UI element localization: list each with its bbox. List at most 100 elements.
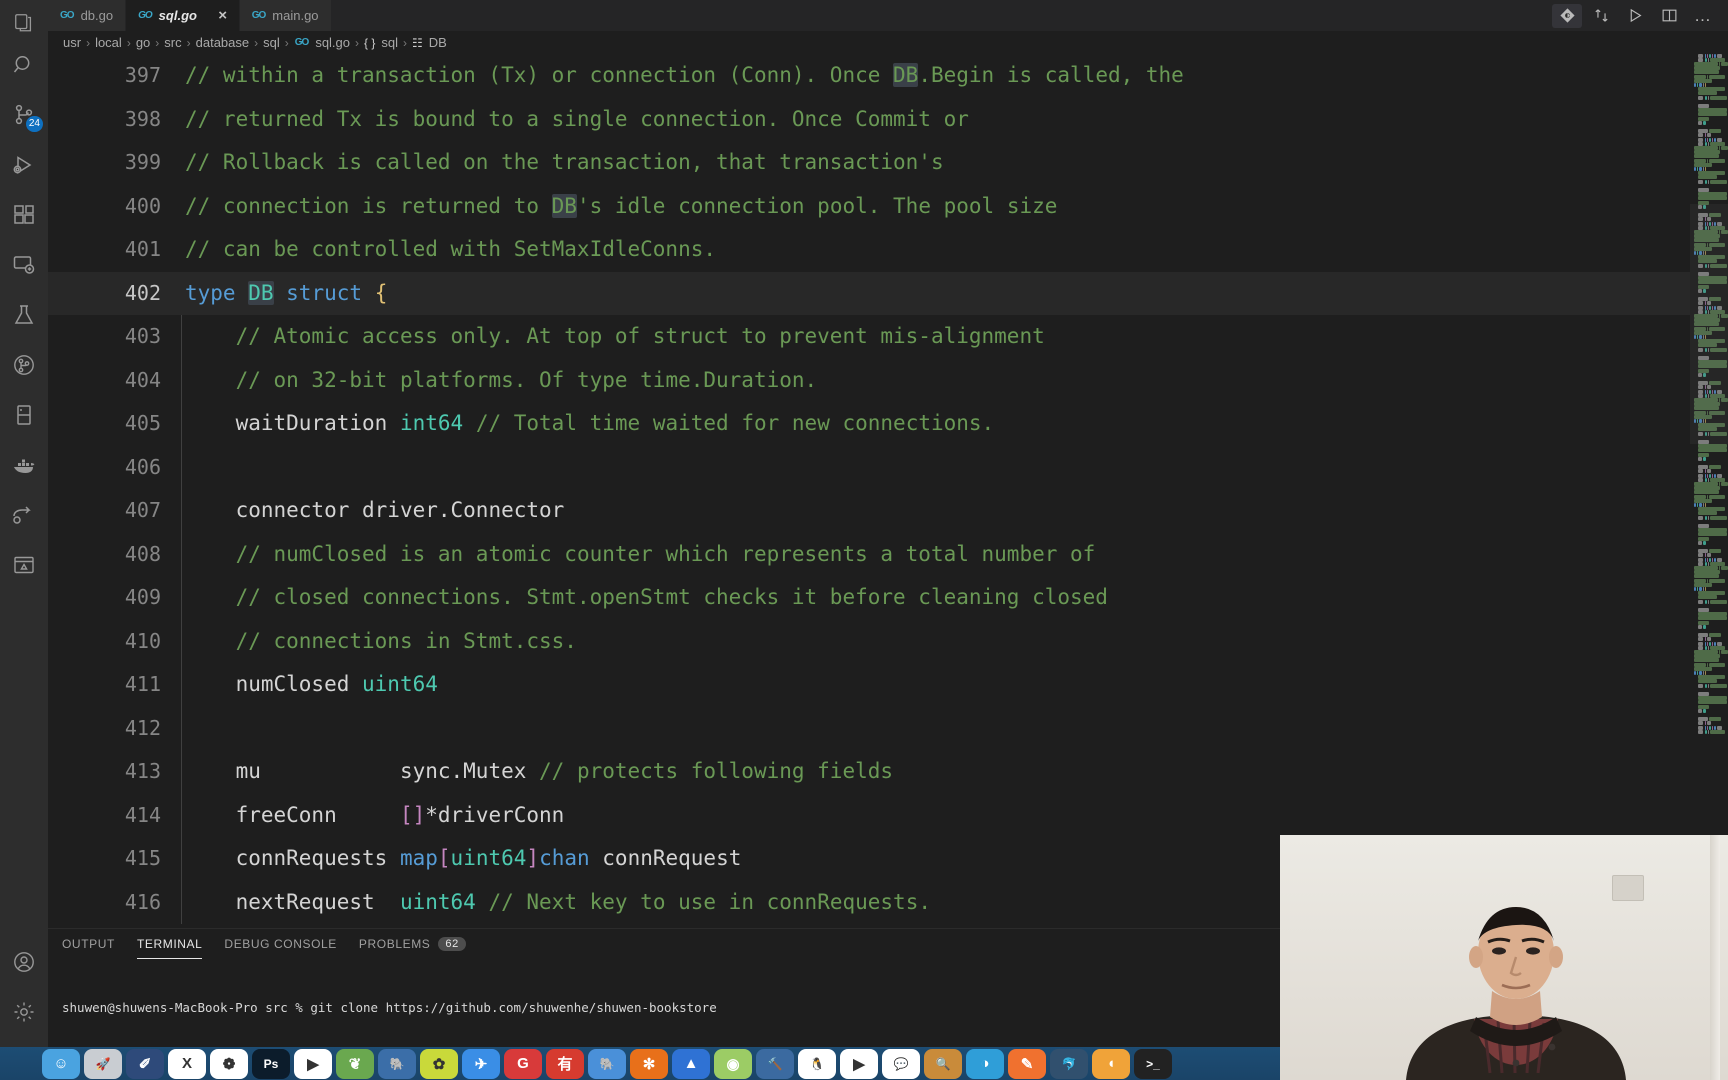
minimap-line bbox=[1698, 179, 1704, 184]
source-control-diamond-icon[interactable] bbox=[1552, 3, 1582, 28]
dock-icon-glyph: ✈ bbox=[474, 1055, 488, 1073]
database-icon[interactable] bbox=[0, 390, 48, 440]
testing-flask-icon[interactable] bbox=[0, 290, 48, 340]
run-debug-icon[interactable] bbox=[0, 140, 48, 190]
source-control-icon[interactable]: 24 bbox=[0, 90, 48, 140]
dock-icon-glyph: 🐘 bbox=[389, 1056, 405, 1071]
minimap-line bbox=[1698, 599, 1704, 604]
line-text: // numClosed is an atomic counter which … bbox=[181, 532, 1095, 576]
sublime-icon[interactable]: ✎ bbox=[1008, 1048, 1046, 1079]
minimap-slider[interactable] bbox=[1690, 204, 1728, 444]
tab-sql-go[interactable]: GO sql.go × bbox=[126, 0, 240, 31]
tab-close-icon[interactable]: × bbox=[218, 8, 227, 23]
tab-problems[interactable]: PROBLEMS 62 bbox=[359, 929, 466, 959]
code-line[interactable]: 413 mu sync.Mutex // protects following … bbox=[48, 750, 1728, 794]
leaf-icon[interactable]: ✿ bbox=[420, 1048, 458, 1079]
search-icon[interactable] bbox=[0, 40, 48, 90]
finder-icon[interactable]: ☺ bbox=[42, 1048, 80, 1079]
run-play-icon[interactable] bbox=[1620, 0, 1650, 31]
qq-icon[interactable]: 🐧 bbox=[798, 1048, 836, 1079]
tulip-icon[interactable]: ❦ bbox=[336, 1048, 374, 1079]
wps-icon[interactable]: ❁ bbox=[210, 1048, 248, 1079]
breadcrumb-item-sql-go[interactable]: sql.go bbox=[312, 35, 353, 50]
code-token: connector driver.Connector bbox=[235, 498, 565, 522]
code-line[interactable]: 412 bbox=[48, 706, 1728, 750]
excel-icon[interactable]: X bbox=[168, 1048, 206, 1079]
minimap-line bbox=[1694, 490, 1720, 495]
code-line[interactable]: 400 // connection is returned to DB's idl… bbox=[48, 185, 1728, 229]
photoshop-icon[interactable]: Ps bbox=[252, 1048, 290, 1079]
tab-db-go[interactable]: GO db.go bbox=[48, 0, 127, 31]
tab-main-go[interactable]: GO main.go bbox=[239, 0, 332, 31]
breadcrumb-item-go[interactable]: go bbox=[133, 35, 153, 50]
postgres-icon[interactable]: 🐘 bbox=[378, 1048, 416, 1079]
editor-minimap[interactable] bbox=[1690, 54, 1728, 928]
minimap-line bbox=[1709, 74, 1726, 79]
sketch-icon[interactable]: ✐ bbox=[126, 1048, 164, 1079]
breadcrumb-item-sql[interactable]: sql bbox=[260, 35, 283, 50]
breadcrumb-item-usr[interactable]: usr bbox=[60, 35, 84, 50]
dock-icon-glyph: ❦ bbox=[348, 1055, 362, 1073]
breadcrumb-item-src[interactable]: src bbox=[161, 35, 184, 50]
sherlock-icon[interactable]: 🔍 bbox=[924, 1048, 962, 1079]
youdao-icon[interactable]: 有 bbox=[546, 1048, 584, 1079]
navicat-icon[interactable]: ◖ bbox=[1092, 1048, 1130, 1079]
code-editor[interactable]: 397 // within a transaction (Tx) or conne… bbox=[48, 54, 1728, 928]
tab-debug-console[interactable]: DEBUG CONSOLE bbox=[224, 929, 337, 959]
code-line[interactable]: 408 // numClosed is an atomic counter wh… bbox=[48, 532, 1728, 576]
code-line[interactable]: 402 type DB struct { bbox=[48, 271, 1728, 315]
code-line[interactable]: 398 // returned Tx is bound to a single c… bbox=[48, 98, 1728, 142]
breadcrumb-separator: › bbox=[126, 35, 131, 50]
remote-explorer-icon[interactable] bbox=[0, 240, 48, 290]
tab-terminal[interactable]: TERMINAL bbox=[136, 929, 203, 959]
explorer-icon[interactable] bbox=[0, 6, 48, 40]
code-line[interactable]: 414 freeConn []*driverConn bbox=[48, 793, 1728, 837]
mindmanager-icon[interactable]: ✻ bbox=[630, 1048, 668, 1079]
code-line[interactable]: 401 // can be controlled with SetMaxIdleC… bbox=[48, 228, 1728, 272]
dingtalk-icon[interactable]: ✈ bbox=[462, 1048, 500, 1079]
git-graph-icon[interactable] bbox=[0, 340, 48, 390]
go-file-icon: GO bbox=[60, 10, 75, 21]
more-actions-icon[interactable]: … bbox=[1688, 0, 1718, 31]
gitee-icon[interactable]: G bbox=[504, 1048, 542, 1079]
code-line[interactable]: 410 // connections in Stmt.css. bbox=[48, 619, 1728, 663]
split-editor-icon[interactable] bbox=[1654, 0, 1684, 31]
minimap-line bbox=[1720, 482, 1728, 486]
settings-gear-icon[interactable] bbox=[0, 987, 48, 1037]
browser-preview-icon[interactable] bbox=[0, 540, 48, 590]
launchpad-icon[interactable]: 🚀 bbox=[84, 1048, 122, 1079]
code-line[interactable]: 403 // Atomic access only. At top of str… bbox=[48, 315, 1728, 359]
breadcrumb-symbol-db[interactable]: DB bbox=[426, 35, 450, 50]
breadcrumb-symbol-sql[interactable]: sql bbox=[378, 35, 401, 50]
compare-changes-icon[interactable] bbox=[1586, 0, 1616, 31]
youku-icon[interactable]: ▶ bbox=[294, 1048, 332, 1079]
wechat-icon[interactable]: 💬 bbox=[882, 1048, 920, 1079]
xcode-icon[interactable]: 🔨 bbox=[756, 1048, 794, 1079]
edge-icon[interactable]: ◑ bbox=[966, 1048, 1004, 1079]
breadcrumb-item-database[interactable]: database bbox=[193, 35, 253, 50]
code-token: waitDuration bbox=[235, 411, 400, 435]
code-line[interactable]: 407 connector driver.Connector bbox=[48, 489, 1728, 533]
docker-icon[interactable] bbox=[0, 440, 48, 490]
minimap-line bbox=[1698, 616, 1727, 621]
extensions-icon[interactable] bbox=[0, 190, 48, 240]
tab-output[interactable]: OUTPUT bbox=[62, 929, 115, 959]
mongodb-icon[interactable]: ▲ bbox=[672, 1048, 710, 1079]
code-line[interactable]: 397 // within a transaction (Tx) or conne… bbox=[48, 54, 1728, 98]
mysql-icon[interactable]: 🐬 bbox=[1050, 1048, 1088, 1079]
breadcrumb-item-local[interactable]: local bbox=[92, 35, 125, 50]
code-line[interactable]: 404 // on 32-bit platforms. Of type time… bbox=[48, 358, 1728, 402]
code-line[interactable]: 406 bbox=[48, 445, 1728, 489]
line-number: 415 bbox=[124, 846, 161, 870]
code-line[interactable]: 405 waitDuration int64 // Total time wai… bbox=[48, 402, 1728, 446]
share-icon[interactable] bbox=[0, 490, 48, 540]
evernote-icon[interactable]: 🐘 bbox=[588, 1048, 626, 1079]
accounts-icon[interactable] bbox=[0, 937, 48, 987]
code-line[interactable]: 399 // Rollback is called on the transact… bbox=[48, 141, 1728, 185]
code-line[interactable]: 409 // closed connections. Stmt.openStmt… bbox=[48, 576, 1728, 620]
line-text: // within a transaction (Tx) or connecti… bbox=[181, 54, 1184, 98]
youku2-icon[interactable]: ▶ bbox=[840, 1048, 878, 1079]
terminal-icon[interactable]: >_ bbox=[1134, 1048, 1172, 1079]
code-line[interactable]: 411 numClosed uint64 bbox=[48, 663, 1728, 707]
android-studio-icon[interactable]: ◉ bbox=[714, 1048, 752, 1079]
